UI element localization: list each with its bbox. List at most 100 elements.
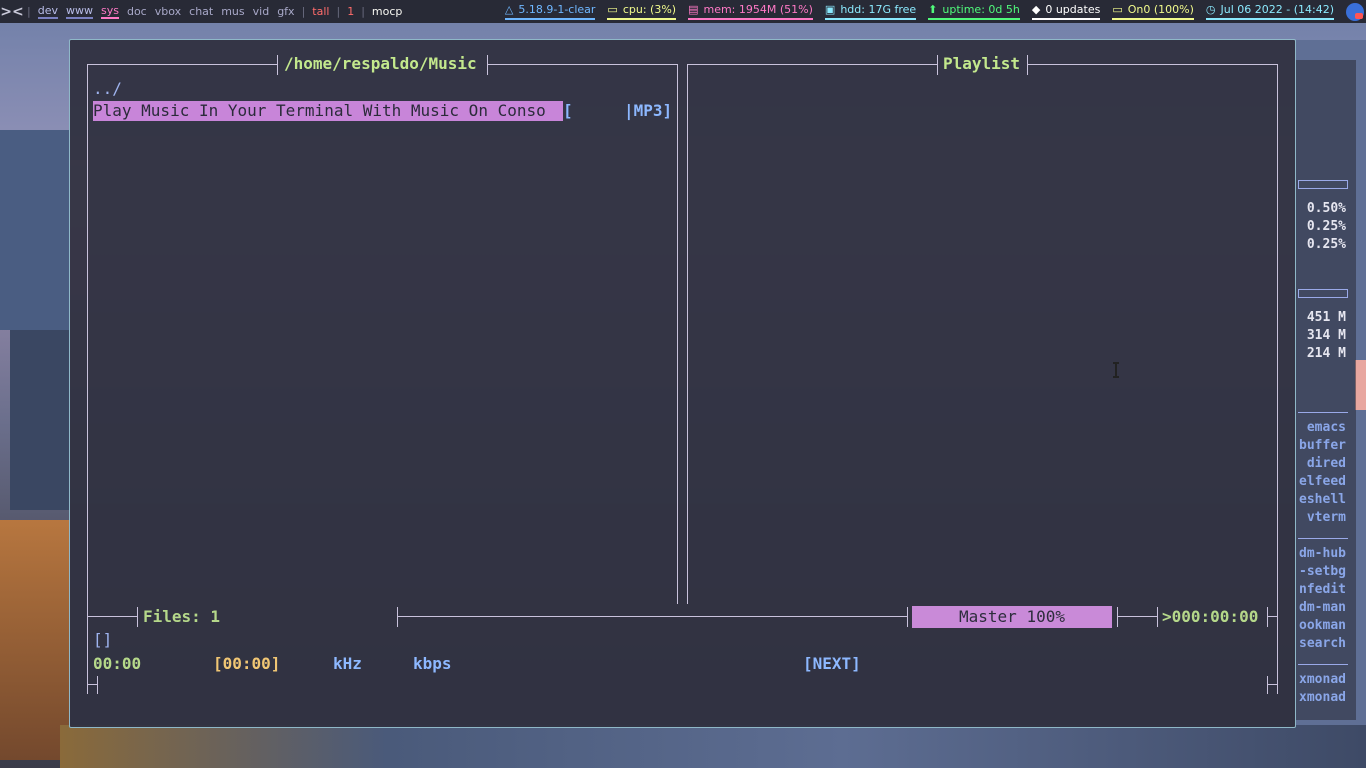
workspace-mus[interactable]: mus bbox=[221, 5, 244, 18]
cpu-core-value: 0.50% bbox=[1306, 201, 1346, 216]
disk-module[interactable]: ▣ hdd: 17G free bbox=[824, 3, 917, 20]
separator: | bbox=[27, 5, 31, 18]
workspace-vbox[interactable]: vbox bbox=[155, 5, 181, 18]
xmonad-logo-icon[interactable]: >< bbox=[0, 0, 24, 23]
pane-border bbox=[677, 64, 678, 604]
status-border bbox=[1117, 607, 1118, 627]
separator: | bbox=[361, 5, 365, 18]
workspace-chat[interactable]: chat bbox=[189, 5, 213, 18]
app-elfeed: elfeed bbox=[1299, 474, 1346, 489]
window-title: mocp bbox=[371, 5, 403, 18]
workspace-doc[interactable]: doc bbox=[127, 5, 147, 18]
app-xmonad: xmonad bbox=[1299, 690, 1346, 705]
tray-app-icon[interactable] bbox=[1346, 2, 1364, 21]
bell-icon: ◆ bbox=[1031, 3, 1041, 16]
pane-border bbox=[1277, 64, 1278, 694]
status-border bbox=[1117, 616, 1157, 617]
battery-module: ▭ On0 (100%) bbox=[1112, 3, 1194, 20]
pane-border bbox=[1027, 55, 1028, 75]
disk-icon: ▣ bbox=[824, 3, 836, 16]
divider bbox=[1298, 412, 1348, 413]
kernel-module: △ 5.18.9-1-clear bbox=[504, 3, 596, 20]
cpu-core-value: 0.25% bbox=[1306, 219, 1346, 234]
linux-icon: △ bbox=[504, 3, 514, 16]
updates-module[interactable]: ◆ 0 updates bbox=[1031, 3, 1101, 20]
kernel-version: 5.18.9-1-clear bbox=[518, 3, 596, 16]
pane-border bbox=[487, 64, 678, 65]
uptime-arrow-icon: ⬆ bbox=[928, 3, 938, 16]
workspace-www[interactable]: www bbox=[65, 4, 93, 19]
mem-graph-bar bbox=[1298, 289, 1348, 298]
status-border bbox=[1157, 607, 1158, 627]
mem-value: 214 M bbox=[1306, 346, 1346, 361]
uptime-value: uptime: 0d 5h bbox=[942, 3, 1020, 16]
uptime-module: ⬆ uptime: 0d 5h bbox=[928, 3, 1020, 20]
pane-border bbox=[87, 64, 88, 694]
disk-free: hdd: 17G free bbox=[840, 3, 917, 16]
updates-count: 0 updates bbox=[1045, 3, 1101, 16]
directory-title: /home/respaldo/Music bbox=[284, 54, 477, 73]
battery-icon: ▭ bbox=[1112, 3, 1123, 16]
elapsed-time: 00:00 bbox=[93, 654, 142, 673]
app-dm-hub: dm-hub bbox=[1299, 546, 1346, 561]
memory-icon: ▤ bbox=[688, 3, 699, 16]
top-status-bar: >< | dev www sys doc vbox chat mus vid g… bbox=[0, 0, 1366, 23]
bitrate-label: kbps bbox=[413, 654, 452, 673]
pane-border bbox=[937, 55, 938, 75]
clock-module[interactable]: ◷ Jul 06 2022 - (14:42) bbox=[1205, 3, 1334, 20]
wallpaper-building bbox=[0, 130, 70, 330]
memory-module[interactable]: ▤ mem: 1954M (51%) bbox=[688, 3, 813, 20]
cpu-core-value: 0.25% bbox=[1306, 237, 1346, 252]
volume-bar[interactable]: Master 100% bbox=[912, 606, 1112, 628]
text-cursor-icon bbox=[1113, 362, 1119, 378]
pane-border bbox=[687, 64, 688, 604]
file-entry-bracket: [ bbox=[563, 101, 573, 120]
sample-rate-label: kHz bbox=[333, 654, 362, 673]
pane-border bbox=[277, 55, 278, 75]
files-count: Files: 1 bbox=[143, 607, 221, 626]
app-eshell: eshell bbox=[1299, 492, 1346, 507]
app-setbg: -setbg bbox=[1299, 564, 1346, 579]
workspace-sys[interactable]: sys bbox=[100, 4, 119, 19]
cpu-module[interactable]: ▭ cpu: (3%) bbox=[607, 3, 677, 20]
conky-panel: 0.50% 0.25% 0.25% 451 M 314 M 214 M emac… bbox=[1296, 60, 1356, 720]
playlist-title: Playlist bbox=[943, 54, 1021, 73]
pane-border bbox=[1027, 64, 1277, 65]
status-border bbox=[397, 616, 907, 617]
status-border bbox=[907, 607, 908, 627]
total-time: >000:00:00 bbox=[1162, 607, 1259, 626]
battery-status: On0 (100%) bbox=[1127, 3, 1194, 16]
app-bookman: ookman bbox=[1299, 618, 1346, 633]
wallpaper-detail bbox=[1355, 360, 1366, 410]
mem-value: 314 M bbox=[1306, 328, 1346, 343]
monitor-icon: ▭ bbox=[607, 3, 618, 16]
status-border bbox=[397, 607, 398, 627]
workspace-gfx[interactable]: gfx bbox=[277, 5, 294, 18]
clock-value: Jul 06 2022 - (14:42) bbox=[1220, 3, 1334, 16]
workspace-dev[interactable]: dev bbox=[37, 4, 58, 19]
wallpaper-building bbox=[10, 330, 70, 510]
track-duration: [00:00] bbox=[213, 654, 281, 673]
wallpaper-ground bbox=[60, 725, 1366, 768]
window-count: 1 bbox=[347, 5, 355, 18]
pane-border bbox=[87, 64, 277, 65]
status-modules: △ 5.18.9-1-clear ▭ cpu: (3%) ▤ mem: 1954… bbox=[493, 0, 1366, 23]
file-type-label: |MP3] bbox=[624, 101, 673, 120]
status-border bbox=[1267, 607, 1268, 627]
parent-directory-entry[interactable]: ../ bbox=[93, 79, 122, 98]
terminal-window[interactable]: /home/respaldo/Music Playlist ../ Play M… bbox=[69, 39, 1296, 728]
status-border bbox=[1267, 684, 1277, 685]
playback-state: [] bbox=[93, 630, 113, 649]
selected-file-entry[interactable]: Play Music In Your Terminal With Music O… bbox=[93, 101, 563, 121]
workspace-vid[interactable]: vid bbox=[253, 5, 270, 18]
status-border bbox=[137, 607, 138, 627]
next-indicator: [NEXT] bbox=[803, 654, 861, 673]
separator: | bbox=[301, 5, 306, 18]
divider bbox=[1298, 538, 1348, 539]
status-border bbox=[87, 616, 137, 617]
pane-border bbox=[487, 55, 488, 75]
wallpaper-foliage bbox=[0, 520, 70, 760]
memory-usage: mem: 1954M (51%) bbox=[703, 3, 813, 16]
status-border bbox=[1267, 616, 1277, 617]
layout-indicator[interactable]: tall bbox=[312, 5, 329, 18]
